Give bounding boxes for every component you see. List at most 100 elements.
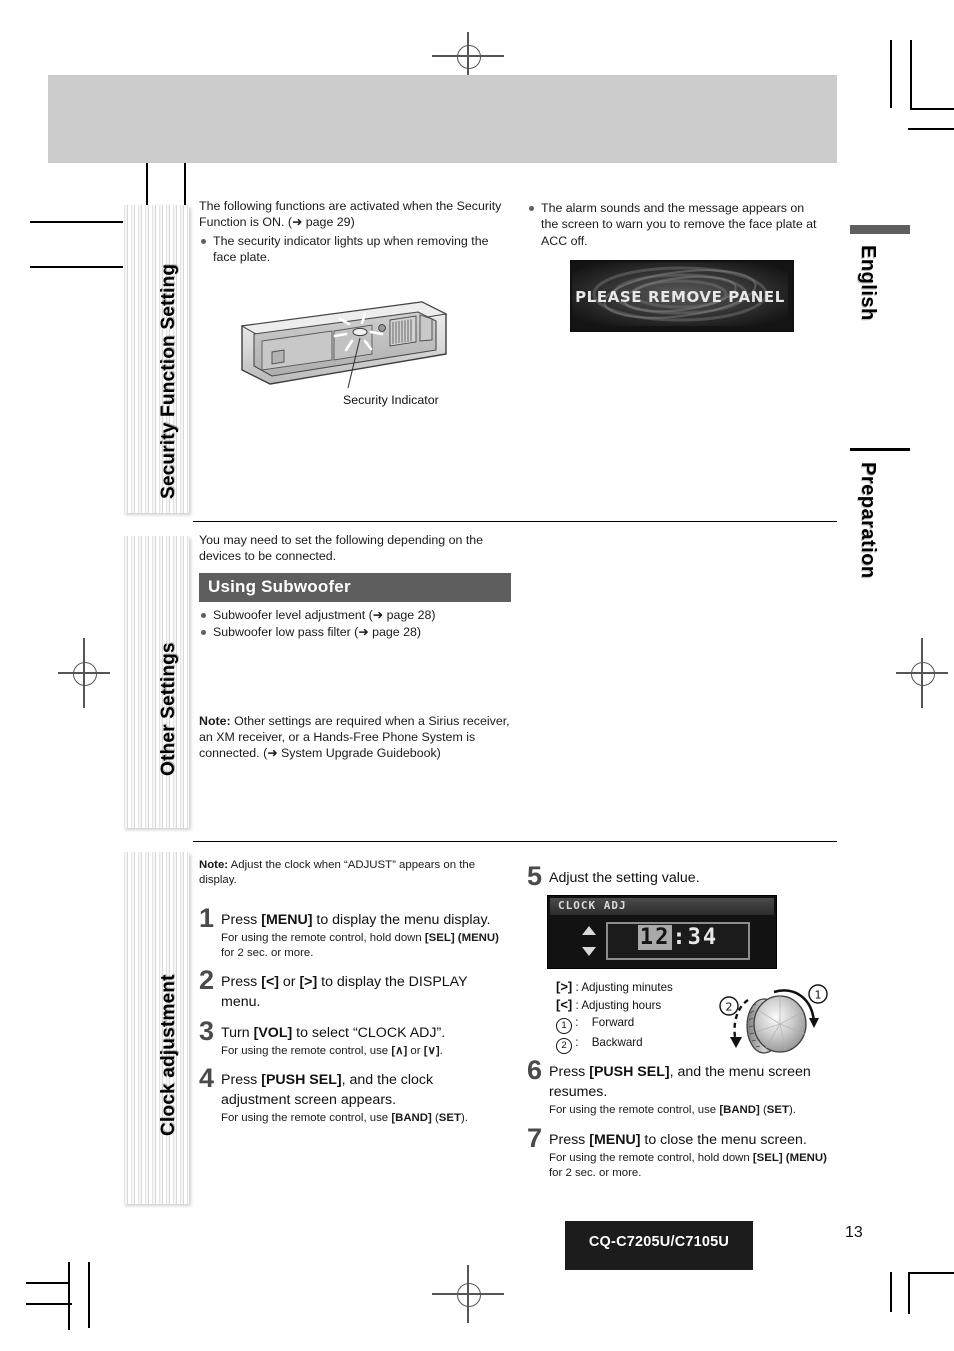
knob-backward-marker: 2 <box>726 1001 733 1014</box>
section-divider <box>193 521 837 523</box>
security-alarm-bullet-list: The alarm sounds and the message appears… <box>527 200 823 249</box>
lcd-time-digits: 12:34 <box>608 925 748 950</box>
note-label: Note: <box>199 713 231 728</box>
legend-key: [<] <box>556 997 573 1012</box>
security-right-column: The alarm sounds and the message appears… <box>527 198 823 250</box>
legend-desc: Adjusting hours <box>581 999 662 1012</box>
crop-mark <box>890 40 892 108</box>
registration-mark-left <box>58 638 110 708</box>
step-7: 7 Press [MENU] to close the menu screen.… <box>527 1124 827 1181</box>
display-screen-photo: PLEASE REMOVE PANEL <box>570 260 794 332</box>
legend-row: [<] : Adjusting hours <box>556 996 673 1014</box>
step-number: 7 <box>527 1123 543 1153</box>
note-text: Adjust the clock when “ADJUST” appears o… <box>199 859 476 886</box>
step-subtext: For using the remote control, hold down … <box>221 932 499 959</box>
sidebar-tab-security-function-setting[interactable]: Security Function Setting <box>123 205 189 513</box>
other-settings-intro: You may need to set the following depend… <box>199 533 484 564</box>
index-tab-rule <box>850 448 910 451</box>
legend-desc: Forward <box>591 1016 635 1029</box>
note-label: Note: <box>199 859 229 871</box>
step-number: 2 <box>199 965 215 995</box>
list-item: Subwoofer level adjustment (➜ page 28) <box>199 607 511 623</box>
legend-sep: : <box>575 1016 579 1029</box>
step-subtext: For using the remote control, use [BAND]… <box>549 1104 796 1116</box>
step-subtext: For using the remote control, use [BAND]… <box>221 1112 468 1124</box>
step-number: 1 <box>199 903 215 933</box>
knob-forward-marker: 1 <box>815 989 822 1002</box>
crop-mark <box>68 1262 70 1330</box>
step-2: 2 Press [<] or [>] to display the DISPLA… <box>199 966 499 1012</box>
clock-right-column-step5: 5 Adjust the setting value. <box>527 862 827 890</box>
legend-sep: : <box>575 1036 579 1049</box>
legend-row: 1 : Forward <box>556 1014 673 1034</box>
clock-adjust-lcd: CLOCK ADJ 12:34 <box>548 896 776 968</box>
list-item: The security indicator lights up when re… <box>199 233 505 266</box>
header-banner <box>48 75 837 163</box>
step-subtext: For using the remote control, use [∧] or… <box>221 1045 443 1057</box>
legend-sep: : <box>575 981 579 994</box>
step-4: 4 Press [PUSH SEL], and the clock adjust… <box>199 1064 499 1126</box>
face-plate-illustration <box>232 296 454 396</box>
section-divider <box>193 841 837 843</box>
step-text: Press [<] or [>] to display the DISPLAY … <box>221 974 468 1010</box>
registration-mark-right <box>896 638 948 708</box>
lcd-separator: : <box>672 925 688 950</box>
sidebar-tab-other-settings[interactable]: Other Settings <box>123 536 189 828</box>
crop-mark <box>908 1272 954 1274</box>
subwoofer-bullet-list: Subwoofer level adjustment (➜ page 28) S… <box>199 607 511 641</box>
registration-mark-top <box>432 32 504 80</box>
step-subtext: For using the remote control, hold down … <box>549 1152 827 1179</box>
index-tab-english[interactable]: English <box>850 225 910 365</box>
index-tab-rule <box>850 225 910 234</box>
step-text: Press [MENU] to display the menu display… <box>221 912 491 928</box>
registration-mark-bottom <box>432 1265 504 1323</box>
sidebar-tab-label: Other Settings <box>158 642 179 776</box>
volume-knob-illustration: 1 2 <box>718 982 830 1062</box>
crop-mark <box>26 1303 72 1305</box>
crop-mark <box>910 40 912 110</box>
sidebar-tab-label: Clock adjustment <box>158 974 179 1136</box>
list-item: The alarm sounds and the message appears… <box>527 200 823 249</box>
model-number-text: CQ-C7205U/C7105U <box>588 1234 730 1250</box>
step-text: Press [PUSH SEL], and the clock adjustme… <box>221 1072 434 1108</box>
legend-desc: Adjusting minutes <box>581 981 673 994</box>
clock-legend: [>] : Adjusting minutes [<] : Adjusting … <box>556 978 673 1054</box>
crop-mark <box>910 108 954 110</box>
lcd-time-field: 12:34 <box>606 922 750 960</box>
lcd-hours: 12 <box>637 925 673 950</box>
index-tab-preparation[interactable]: Preparation <box>850 448 910 638</box>
step-text: Press [PUSH SEL], and the menu screen re… <box>549 1064 811 1100</box>
legend-key: [>] <box>556 979 573 994</box>
page-number: 13 <box>845 1224 863 1241</box>
step-number: 3 <box>199 1016 215 1046</box>
step-3: 3 Turn [VOL] to select “CLOCK ADJ”. For … <box>199 1017 499 1059</box>
using-subwoofer-heading: Using Subwoofer <box>199 572 511 602</box>
list-item: Subwoofer low pass filter (➜ page 28) <box>199 624 511 640</box>
legend-desc: Backward <box>591 1036 643 1049</box>
clock-right-column-steps-67: 6 Press [PUSH SEL], and the menu screen … <box>527 1056 827 1183</box>
sidebar-tab-clock-adjustment[interactable]: Clock adjustment <box>123 852 189 1204</box>
index-tab-label: Preparation <box>857 462 879 579</box>
legend-sep: : <box>575 999 579 1012</box>
step-text: Turn [VOL] to select “CLOCK ADJ”. <box>221 1025 446 1041</box>
legend-key: 2 <box>556 1038 572 1054</box>
security-indicator-caption: Security Indicator <box>343 393 439 407</box>
note-text: Other settings are required when a Siriu… <box>199 713 510 761</box>
display-message-text: PLEASE REMOVE PANEL <box>575 288 785 306</box>
crop-mark <box>908 1272 910 1314</box>
crop-mark <box>908 128 954 130</box>
step-text: Adjust the setting value. <box>549 870 700 886</box>
legend-row: 2 : Backward <box>556 1034 673 1054</box>
step-number: 4 <box>199 1063 215 1093</box>
crop-mark <box>890 1272 892 1312</box>
lcd-title-bar: CLOCK ADJ <box>550 898 774 915</box>
up-down-arrows-icon <box>582 926 596 956</box>
lcd-minutes: 34 <box>687 925 719 950</box>
index-tab-label: English <box>857 245 879 321</box>
step-5: 5 Adjust the setting value. <box>527 862 827 890</box>
other-settings-column: You may need to set the following depend… <box>199 532 511 764</box>
step-6: 6 Press [PUSH SEL], and the menu screen … <box>527 1056 827 1118</box>
legend-row: [>] : Adjusting minutes <box>556 978 673 996</box>
other-settings-note: Note: Other settings are required when a… <box>199 713 511 762</box>
security-intro: The following functions are activated wh… <box>199 199 502 230</box>
